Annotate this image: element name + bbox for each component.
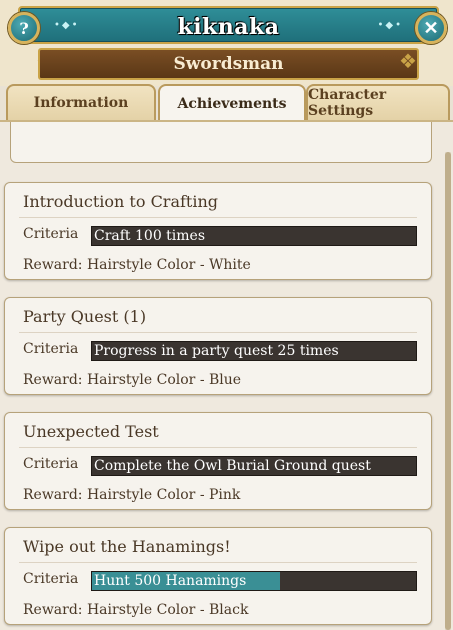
character-header: •◆• kiknaka •◆• ? ✕ ❖ Swordsman ❖ [0,0,453,86]
achievements-list[interactable]: Introduction to Crafting Criteria Craft … [0,120,453,630]
reward-text: Reward: Hairstyle Color - White [23,257,251,273]
decoration-dots-icon: •◆• [377,20,403,31]
criteria-text: Complete the Owl Burial Ground quest [94,458,371,474]
close-icon: ✕ [423,17,439,39]
achievement-card: Introduction to Crafting Criteria Craft … [4,182,432,280]
close-button[interactable]: ✕ [415,12,447,44]
scrollbar[interactable] [445,152,451,630]
achievement-title: Party Quest (1) [23,307,147,326]
reward-text: Reward: Hairstyle Color - Blue [23,372,242,388]
tab-bar: Information Achievements Character Setti… [0,84,453,122]
question-mark-icon: ? [19,18,29,38]
help-button[interactable]: ? [8,12,40,44]
achievement-card-partial [10,122,432,163]
achievement-card: Party Quest (1) Criteria Progress in a p… [4,297,432,395]
character-class: Swordsman [173,54,284,74]
divider [19,562,417,563]
tab-character-settings[interactable]: Character Settings [306,84,450,120]
ornament-knot-icon: ❖ [399,49,417,73]
achievement-title: Wipe out the Hanamings! [23,537,231,556]
scrollbar-thumb[interactable] [445,152,451,630]
achievement-title: Introduction to Crafting [23,192,219,211]
character-name-bar: •◆• kiknaka •◆• [18,6,439,44]
achievement-card: Wipe out the Hanamings! Criteria Hunt 50… [4,527,432,625]
criteria-label: Criteria [23,226,79,242]
tab-achievements[interactable]: Achievements [158,84,306,122]
reward-text: Reward: Hairstyle Color - Pink [23,487,241,503]
criteria-progress-bar: Hunt 500 Hanamings [91,571,417,591]
criteria-label: Criteria [23,341,79,357]
divider [19,447,417,448]
criteria-text: Hunt 500 Hanamings [94,573,247,589]
tab-information[interactable]: Information [6,84,156,120]
criteria-progress-bar: Craft 100 times [91,226,417,246]
divider [19,217,417,218]
criteria-label: Criteria [23,571,79,587]
criteria-text: Progress in a party quest 25 times [94,343,339,359]
criteria-text: Craft 100 times [94,228,206,244]
reward-text: Reward: Hairstyle Color - Black [23,602,249,618]
character-class-plate: Swordsman [38,48,419,80]
criteria-label: Criteria [23,456,79,472]
divider [19,332,417,333]
character-name: kiknaka [177,14,280,40]
criteria-progress-bar: Complete the Owl Burial Ground quest [91,456,417,476]
achievement-title: Unexpected Test [23,422,159,441]
achievement-card: Unexpected Test Criteria Complete the Ow… [4,412,432,510]
criteria-progress-bar: Progress in a party quest 25 times [91,341,417,361]
